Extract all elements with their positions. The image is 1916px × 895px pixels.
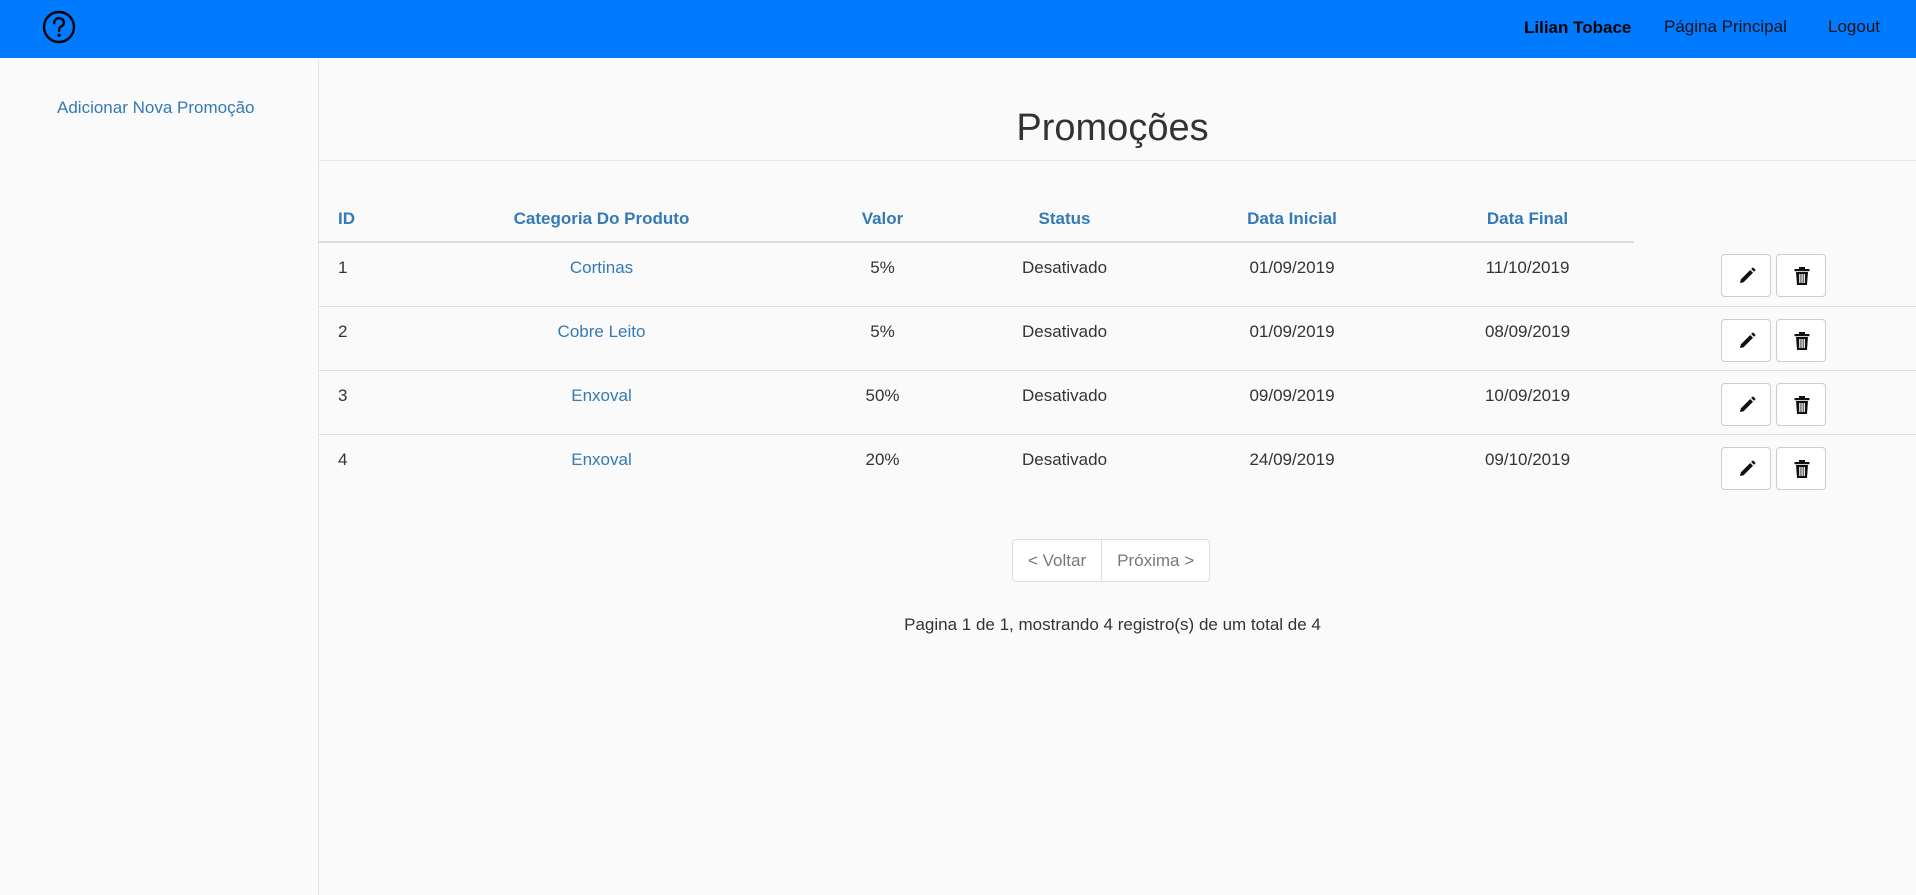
cell-status: Desativado [966, 305, 1163, 370]
header-category[interactable]: Categoria Do Produto [404, 190, 799, 243]
next-page-button[interactable]: Próxima > [1101, 540, 1209, 581]
cell-actions [1634, 242, 1916, 306]
cell-actions [1634, 305, 1916, 370]
page-info: Pagina 1 de 1, mostrando 4 registro(s) d… [904, 615, 1321, 634]
logout-link[interactable]: Logout [1828, 17, 1880, 37]
delete-button[interactable] [1776, 382, 1826, 426]
cell-id: 2 [319, 305, 404, 370]
cell-status: Desativado [1021, 258, 1108, 277]
cell-start-date: 01/09/2019 [1163, 305, 1421, 370]
cell-category-link[interactable]: Enxoval [404, 369, 799, 434]
delete-button[interactable] [1776, 446, 1826, 490]
cell-start-date: 24/09/2019 [1163, 433, 1421, 498]
edit-button[interactable] [1721, 446, 1771, 490]
table-header-row: ID Categoria Do Produto Valor Status Dat… [319, 190, 1916, 243]
prev-page-button[interactable]: < Voltar [1013, 540, 1101, 581]
cell-status: Desativado [966, 369, 1163, 434]
header-actions [1634, 190, 1916, 242]
cell-value: 5% [870, 258, 895, 277]
edit-button[interactable] [1721, 254, 1771, 297]
cell-id: 4 [319, 433, 404, 498]
header-value[interactable]: Valor [799, 190, 966, 243]
main-content: Promoções ID Categoria Do Produto Valor … [319, 58, 1916, 895]
cell-start-date: 01/09/2019 [1249, 258, 1335, 277]
home-link[interactable]: Página Principal [1664, 17, 1787, 37]
cell-actions [1634, 369, 1916, 434]
cell-category-link[interactable]: Cobre Leito [404, 305, 799, 370]
page-title: Promoções [1016, 107, 1209, 149]
cell-actions [1634, 433, 1916, 498]
cell-end-date: 08/09/2019 [1421, 305, 1634, 370]
cell-end-date: 11/10/2019 [1485, 258, 1570, 277]
cell-end-date: 09/10/2019 [1421, 433, 1634, 498]
delete-button[interactable] [1776, 254, 1826, 297]
add-promotion-link[interactable]: Adicionar Nova Promoção [57, 98, 254, 118]
pagination: < Voltar Próxima > [1012, 539, 1211, 582]
promotions-table: ID Categoria Do Produto Valor Status Dat… [319, 190, 1916, 498]
user-name: Lilian Tobace [1524, 18, 1632, 37]
title-divider [319, 160, 1916, 161]
cell-category-link[interactable]: Cortinas [404, 242, 799, 306]
header-end-date[interactable]: Data Final [1421, 190, 1634, 243]
table-row: 2 Cobre Leito 5% Desativado 01/09/2019 08/09/… [319, 305, 1916, 370]
cell-value: 50% [799, 369, 966, 434]
delete-button[interactable] [1776, 318, 1826, 362]
cell-start-date: 09/09/2019 [1163, 369, 1421, 434]
cell-category-link[interactable]: Enxoval [404, 433, 799, 498]
table-row: 3 Enxoval 50% Desativado 09/09/2019 10/09/201… [319, 369, 1916, 434]
sidebar: Adicionar Nova Promoção [0, 58, 319, 895]
cell-value: 5% [799, 305, 966, 370]
table-row: 4 Enxoval 20% Desativado 24/09/2019 09/10/201… [319, 433, 1916, 498]
top-navbar: Lilian Tobace Página Principal Logout [0, 0, 1916, 58]
cell-id: 3 [319, 369, 404, 434]
header-id[interactable]: ID [319, 190, 404, 243]
cell-value: 20% [799, 433, 966, 498]
help-icon[interactable] [42, 10, 76, 44]
table-row: 1 Cortinas 5% Desativado 01/09/2019 11/10/201… [319, 242, 1916, 306]
header-status[interactable]: Status [966, 190, 1163, 243]
header-start-date[interactable]: Data Inicial [1163, 190, 1421, 243]
cell-id: 1 [338, 258, 348, 277]
cell-status: Desativado [966, 433, 1163, 498]
edit-button[interactable] [1721, 318, 1771, 362]
cell-end-date: 10/09/2019 [1421, 369, 1634, 434]
edit-button[interactable] [1721, 382, 1771, 426]
